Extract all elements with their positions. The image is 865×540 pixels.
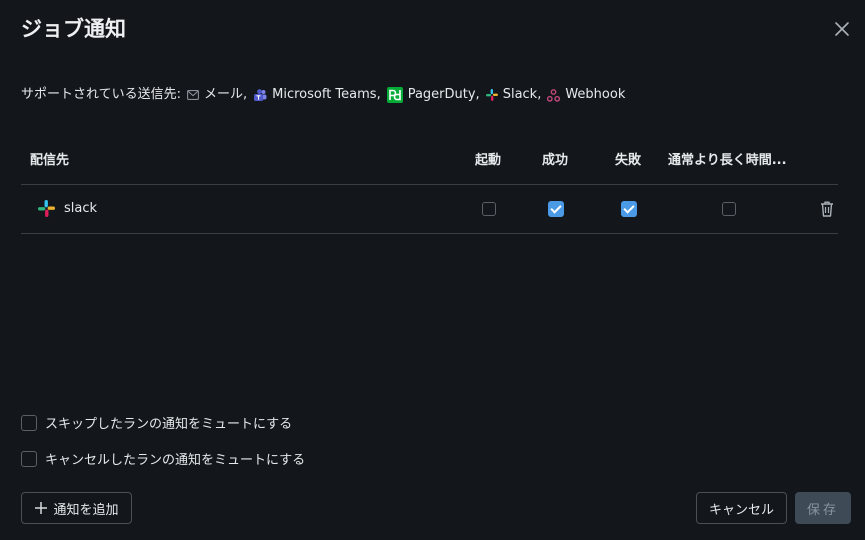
mail-icon (187, 90, 199, 100)
slack-icon (38, 200, 55, 217)
destination-slack-label: Slack, (502, 87, 542, 102)
destination-teams-label: Microsoft Teams, (272, 87, 381, 102)
mute-cancelled-checkbox[interactable] (21, 450, 37, 467)
mute-cancelled-option[interactable]: キャンセルしたランの通知をミュートにする (21, 449, 305, 468)
close-button[interactable] (833, 20, 851, 38)
slack-icon (485, 89, 498, 101)
destination-pagerduty: PagerDuty, (386, 86, 480, 104)
header-duration: 通常より長く時間... (668, 153, 787, 168)
mute-skipped-label: スキップしたランの通知をミュートにする (45, 417, 293, 432)
cancel-button[interactable]: キャンセル (696, 492, 787, 524)
plus-icon (35, 502, 48, 514)
table-row: slack (21, 185, 838, 234)
header-start: 起動 (475, 153, 502, 168)
destination-teams: Microsoft Teams, (253, 86, 381, 104)
destination-pagerduty-label: PagerDuty, (407, 87, 480, 102)
webhook-icon (547, 88, 561, 102)
notification-table: 配信先 起動 成功 失敗 通常より長く時間... slack (21, 138, 838, 234)
destination-email-label: メール, (204, 87, 248, 102)
row-destination-label: slack (64, 201, 98, 216)
checkbox-success[interactable] (548, 201, 564, 217)
close-icon (835, 22, 849, 36)
destination-email: メール, (187, 86, 247, 104)
trash-icon[interactable] (819, 200, 835, 218)
teams-icon (254, 88, 267, 101)
pagerduty-icon (386, 87, 403, 103)
row-destination: slack (38, 200, 97, 217)
supported-label: サポートされている送信先: (21, 87, 181, 102)
supported-destinations: サポートされている送信先: メール, Microsoft Teams, Page… (21, 86, 631, 104)
add-notification-label: 通知を追加 (53, 502, 119, 518)
add-notification-button[interactable]: 通知を追加 (21, 492, 132, 524)
save-button[interactable]: 保存 (795, 492, 851, 524)
header-success: 成功 (542, 153, 569, 168)
header-failure: 失敗 (615, 153, 642, 168)
destination-webhook-label: Webhook (565, 87, 626, 102)
checkbox-failure[interactable] (621, 201, 637, 217)
mute-skipped-option[interactable]: スキップしたランの通知をミュートにする (21, 413, 292, 432)
checkbox-duration[interactable] (722, 202, 736, 216)
header-destination: 配信先 (30, 153, 70, 168)
destination-webhook: Webhook (547, 86, 625, 104)
dialog-title: ジョブ通知 (21, 17, 126, 41)
destination-slack: Slack, (485, 86, 542, 104)
job-notification-dialog: ジョブ通知 サポートされている送信先: メール, Microsoft Teams… (0, 0, 865, 540)
checkbox-start[interactable] (482, 202, 496, 216)
mute-skipped-checkbox[interactable] (21, 414, 37, 431)
table-header: 配信先 起動 成功 失敗 通常より長く時間... (21, 138, 838, 185)
mute-cancelled-label: キャンセルしたランの通知をミュートにする (45, 453, 306, 468)
